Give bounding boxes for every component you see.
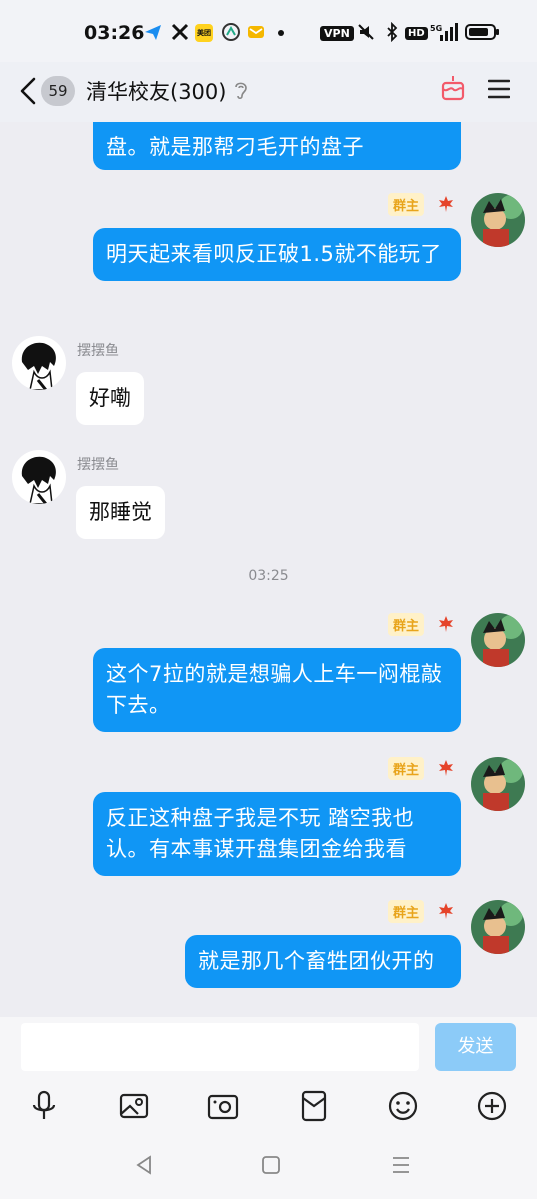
unread-count-badge[interactable]: 59 (41, 76, 75, 106)
message-text: 那睡觉 (89, 500, 152, 524)
maple-leaf-icon (439, 760, 453, 776)
message-timestamp: 03:25 (248, 568, 289, 584)
x-app-icon (171, 23, 189, 41)
message-bubble-incoming[interactable]: 好嘞 (76, 372, 144, 425)
message-list[interactable]: 盘。就是那帮刁毛开的盘子 群主 明天起来看呗反正破1.5就不能玩了 摆摆鱼 好嘞 (0, 122, 537, 1017)
maple-leaf-icon (439, 196, 453, 212)
more-dot-icon (278, 30, 284, 36)
message-text: 就是那几个畜牲团伙开的 (198, 949, 435, 973)
status-bar: 03:26 美团 VPN HD 5G (0, 0, 537, 62)
owner-badge: 群主 (388, 193, 425, 216)
mute-icon (358, 24, 374, 40)
nav-home-icon[interactable] (260, 1154, 282, 1176)
microphone-icon[interactable] (28, 1090, 60, 1122)
avatar[interactable] (471, 757, 525, 811)
nav-back-icon[interactable] (133, 1154, 155, 1176)
message-bubble-outgoing[interactable]: 反正这种盘子我是不玩 踏空我也认。有本事谋开盘集团金给我看 (93, 792, 461, 876)
emoji-icon[interactable] (387, 1090, 419, 1122)
chat-header: 59 清华校友(300) (0, 62, 537, 122)
bluetooth-icon (387, 22, 398, 42)
message-text: 盘。就是那帮刁毛开的盘子 (106, 135, 364, 159)
owner-badge: 群主 (388, 900, 425, 923)
cake-icon[interactable] (440, 74, 466, 102)
svg-text:5G: 5G (430, 24, 442, 33)
meituan-app-icon: 美团 (195, 24, 213, 42)
avatar[interactable] (471, 193, 525, 247)
input-toolbar (0, 1082, 537, 1132)
red-packet-icon[interactable] (298, 1090, 330, 1122)
message-bubble-incoming[interactable]: 那睡觉 (76, 486, 165, 539)
menu-icon[interactable] (488, 78, 510, 100)
hd-badge: HD (405, 27, 428, 40)
message-text: 明天起来看呗反正破1.5就不能玩了 (106, 242, 442, 266)
battery-icon (465, 24, 499, 40)
avatar[interactable] (471, 613, 525, 667)
message-text: 反正这种盘子我是不玩 踏空我也认。有本事谋开盘集团金给我看 (106, 806, 415, 861)
owner-badge: 群主 (388, 613, 425, 636)
image-icon[interactable] (118, 1090, 150, 1122)
message-text: 这个7拉的就是想骗人上车一闷棍敲下去。 (106, 662, 443, 717)
send-button[interactable]: 发送 (435, 1023, 516, 1071)
camera-icon[interactable] (207, 1090, 239, 1122)
plus-icon[interactable] (476, 1090, 508, 1122)
avatar[interactable] (12, 336, 66, 390)
message-bubble-outgoing[interactable]: 明天起来看呗反正破1.5就不能玩了 (93, 228, 461, 281)
owner-badge: 群主 (388, 757, 425, 780)
status-time: 03:26 (84, 22, 145, 44)
nav-recents-icon[interactable] (390, 1154, 412, 1176)
signal-icon: 5G (430, 23, 458, 41)
vpn-badge: VPN (320, 26, 354, 41)
app-icon (222, 23, 240, 41)
sender-name: 摆摆鱼 (77, 343, 119, 359)
chat-title[interactable]: 清华校友(300) (86, 76, 226, 106)
maple-leaf-icon (439, 903, 453, 919)
message-input[interactable] (21, 1023, 419, 1071)
avatar[interactable] (471, 900, 525, 954)
ear-icon[interactable] (233, 80, 249, 100)
message-bubble-outgoing[interactable]: 就是那几个畜牲团伙开的 (185, 935, 461, 988)
message-text: 好嘞 (89, 386, 131, 410)
system-nav-bar (0, 1132, 537, 1199)
back-button[interactable] (18, 76, 40, 106)
avatar[interactable] (12, 450, 66, 504)
message-input-bar: 发送 (0, 1017, 537, 1082)
mail-app-icon (248, 26, 264, 38)
send-app-icon (145, 25, 161, 40)
maple-leaf-icon (439, 616, 453, 632)
message-bubble-outgoing[interactable]: 这个7拉的就是想骗人上车一闷棍敲下去。 (93, 648, 461, 732)
sender-name: 摆摆鱼 (77, 457, 119, 473)
message-bubble-outgoing[interactable]: 盘。就是那帮刁毛开的盘子 (93, 122, 461, 170)
